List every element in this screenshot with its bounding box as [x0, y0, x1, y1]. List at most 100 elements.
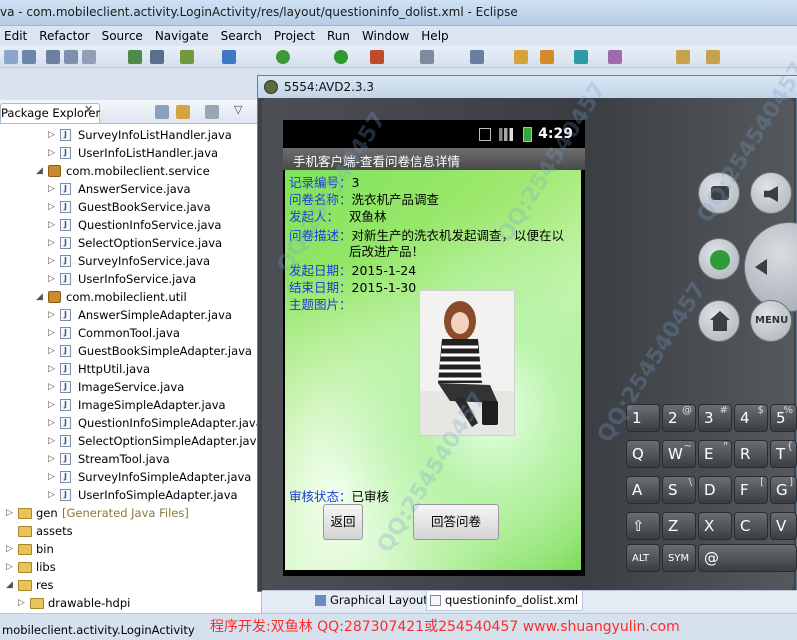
expand-arrow-icon[interactable]: ▷ [48, 126, 56, 144]
expand-arrow-icon[interactable]: ▷ [48, 306, 56, 324]
menu-project[interactable]: Project [268, 26, 321, 43]
key[interactable]: F[ [734, 476, 768, 504]
alt-key[interactable]: ALT [626, 544, 660, 572]
key[interactable]: X [698, 512, 732, 540]
camera-button[interactable] [698, 172, 740, 214]
new-java-project-icon[interactable] [470, 50, 484, 64]
menu-search[interactable]: Search [215, 26, 268, 43]
menu-navigate[interactable]: Navigate [149, 26, 215, 43]
field-value: 后改进产品！ [349, 244, 425, 259]
key[interactable]: A [626, 476, 660, 504]
key[interactable]: C [734, 512, 768, 540]
expand-arrow-icon[interactable]: ▷ [18, 594, 26, 612]
key[interactable]: 4 $ [734, 404, 768, 432]
back-nav-icon[interactable] [676, 50, 690, 64]
menu-window[interactable]: Window [356, 26, 415, 43]
avd-manager-icon[interactable] [150, 50, 164, 64]
expand-arrow-icon[interactable]: ▷ [48, 342, 56, 360]
back-button[interactable]: 返回 [323, 504, 363, 540]
key[interactable]: V [770, 512, 797, 540]
wand-icon[interactable] [420, 50, 434, 64]
checkbox-icon[interactable] [180, 50, 194, 64]
call-button[interactable] [698, 238, 740, 280]
menu-edit[interactable]: Edit [0, 26, 33, 43]
key[interactable]: 2 @ [662, 404, 696, 432]
expand-arrow-icon[interactable]: ▷ [48, 216, 56, 234]
key[interactable]: D [698, 476, 732, 504]
answer-survey-button[interactable]: 回答问卷 [413, 504, 499, 540]
menu-refactor[interactable]: Refactor [33, 26, 95, 43]
debug-icon[interactable] [222, 50, 236, 64]
key[interactable]: W ~ [662, 440, 696, 468]
sym-key[interactable]: SYM [662, 544, 696, 572]
shift-key[interactable]: ⇧ [626, 512, 660, 540]
expand-arrow-icon[interactable]: ▷ [6, 540, 14, 558]
tab-xml-source[interactable]: questioninfo_dolist.xml [426, 591, 584, 611]
expand-arrow-icon[interactable]: ▷ [48, 378, 56, 396]
expand-arrow-icon[interactable]: ▷ [6, 504, 14, 522]
close-icon[interactable]: ✕ [84, 103, 93, 116]
dpad-left-icon[interactable] [755, 259, 767, 275]
key[interactable]: T{ [770, 440, 797, 468]
menu-help[interactable]: Help [415, 26, 454, 43]
expand-arrow-icon[interactable]: ▷ [48, 180, 56, 198]
expand-arrow-icon[interactable]: ▷ [48, 198, 56, 216]
collapse-all-icon[interactable] [155, 105, 169, 119]
key[interactable]: G] [770, 476, 797, 504]
expand-arrow-icon[interactable]: ▷ [48, 432, 56, 450]
theme-image [419, 290, 515, 436]
key[interactable]: 3 # [698, 404, 732, 432]
menu-run[interactable]: Run [321, 26, 356, 43]
expand-arrow-icon[interactable]: ▷ [48, 468, 56, 486]
collapse-arrow-icon[interactable]: ◢ [36, 288, 44, 306]
expand-arrow-icon[interactable]: ▷ [48, 144, 56, 162]
expand-arrow-icon[interactable]: ▷ [6, 558, 14, 576]
save-all-icon[interactable] [64, 50, 78, 64]
key[interactable]: S \ [662, 476, 696, 504]
external-tools-icon[interactable] [370, 50, 384, 64]
key[interactable]: Z [662, 512, 696, 540]
view-menu-icon[interactable] [205, 105, 219, 119]
chevron-down-icon[interactable]: ▽ [234, 103, 242, 116]
expand-arrow-icon[interactable]: ▷ [48, 324, 56, 342]
new-dropdown-icon[interactable] [22, 50, 36, 64]
key[interactable]: R [734, 440, 768, 468]
print-icon[interactable] [82, 50, 96, 64]
expand-arrow-icon[interactable]: ▷ [48, 396, 56, 414]
key[interactable]: E " [698, 440, 732, 468]
forward-nav-icon[interactable] [706, 50, 720, 64]
key[interactable]: 1 [626, 404, 660, 432]
open-type-icon[interactable] [540, 50, 554, 64]
debug-run-icon[interactable] [276, 50, 290, 64]
expand-arrow-icon[interactable]: ▷ [48, 486, 56, 504]
key[interactable]: Q [626, 440, 660, 468]
at-key[interactable]: @ [698, 544, 797, 572]
expand-arrow-icon[interactable]: ▷ [48, 360, 56, 378]
save-icon[interactable] [46, 50, 60, 64]
menu-button[interactable]: MENU [750, 300, 792, 342]
tab-graphical-layout[interactable]: Graphical Layout [312, 591, 432, 611]
menu-source[interactable]: Source [96, 26, 149, 43]
expand-arrow-icon[interactable]: ▷ [48, 414, 56, 432]
annotation-icon[interactable] [608, 50, 622, 64]
field-label: 主题图片： [289, 297, 352, 312]
tree-item-label: QuestionInfoService.java [78, 218, 222, 232]
expand-arrow-icon[interactable]: ▷ [48, 234, 56, 252]
collapse-arrow-icon[interactable]: ◢ [6, 576, 14, 594]
volume-button[interactable] [750, 172, 792, 214]
run-icon[interactable] [334, 50, 348, 64]
link-editor-icon[interactable] [176, 105, 190, 119]
home-button[interactable] [698, 300, 740, 342]
field-value: 已审核 [351, 489, 390, 504]
new-icon[interactable] [4, 50, 18, 64]
collapse-arrow-icon[interactable]: ◢ [36, 162, 44, 180]
search-icon[interactable] [574, 50, 588, 64]
expand-arrow-icon[interactable]: ▷ [48, 252, 56, 270]
package-icon [48, 165, 61, 177]
open-folder-icon[interactable] [514, 50, 528, 64]
expand-arrow-icon[interactable]: ▷ [48, 270, 56, 288]
explorer-tab-bar: Package Explorer ✕ ▽ [0, 100, 262, 124]
android-sdk-icon[interactable] [128, 50, 142, 64]
key[interactable]: 5% [770, 404, 797, 432]
expand-arrow-icon[interactable]: ▷ [48, 450, 56, 468]
